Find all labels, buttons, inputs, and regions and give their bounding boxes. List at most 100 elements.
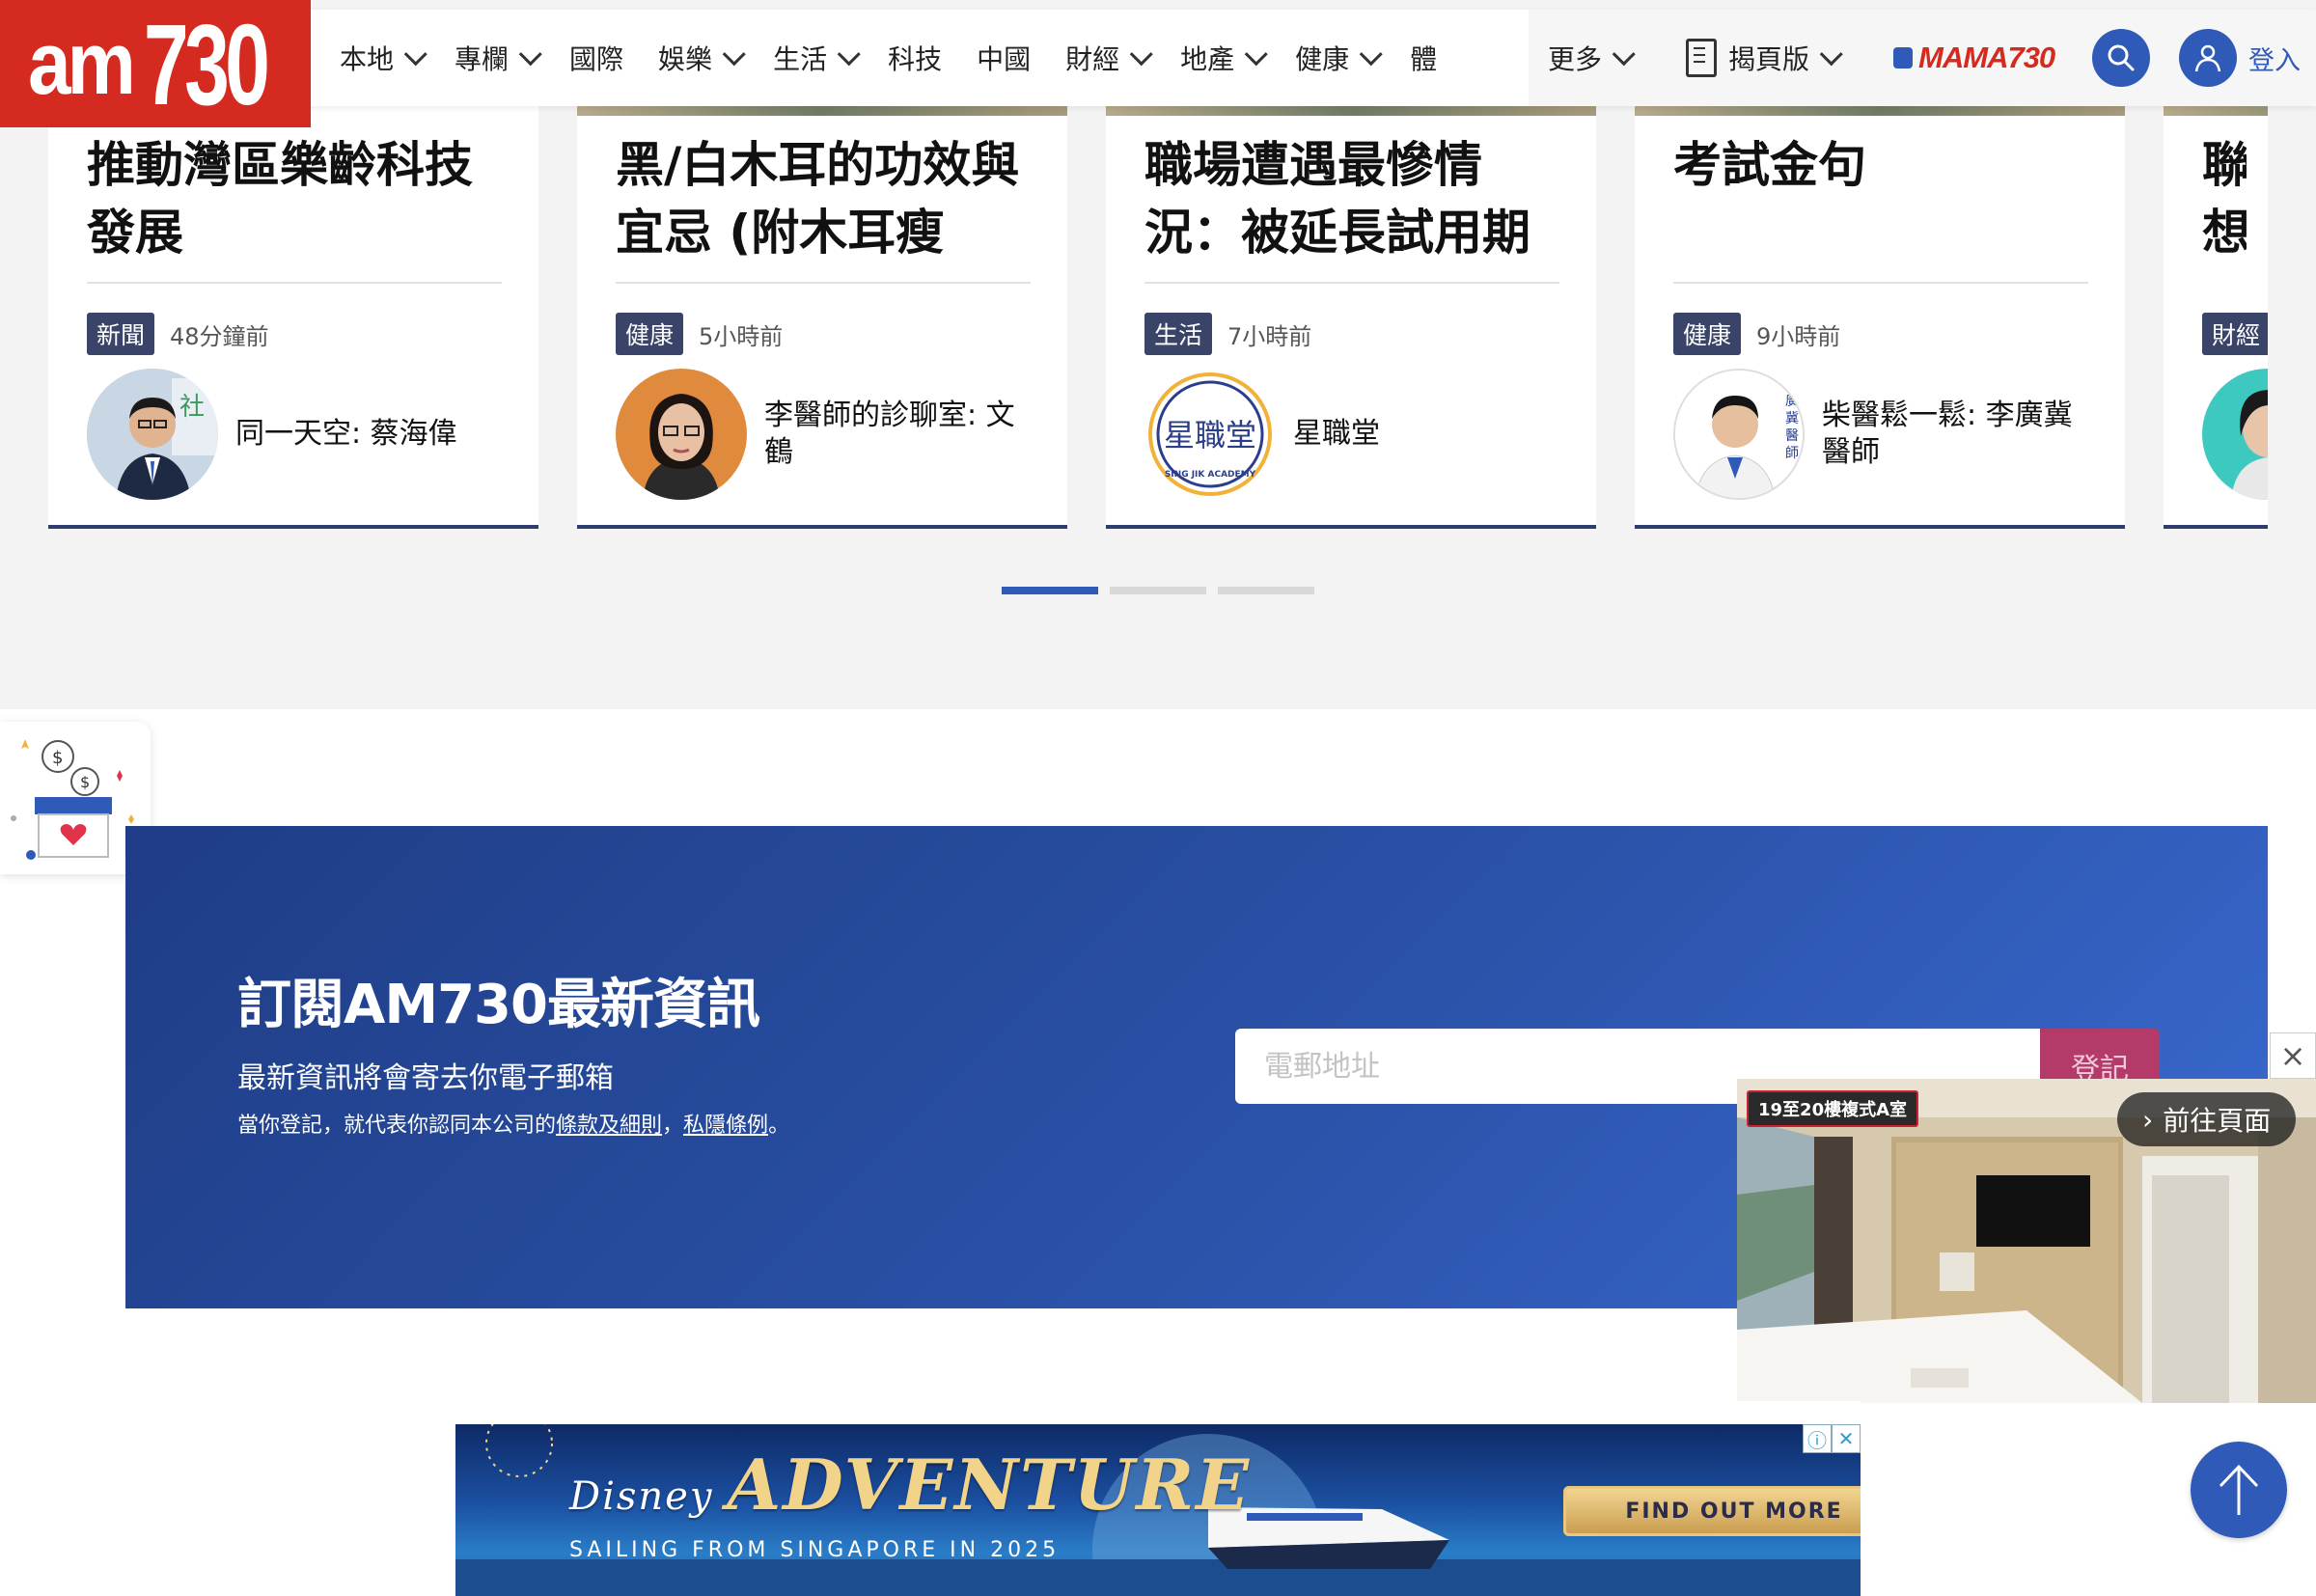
floating-video-player[interactable]: 19至20樓複式A室 › 前往頁面 <box>1737 1079 2316 1403</box>
card-divider <box>1673 282 2088 284</box>
author-block[interactable]: 社 同一天空: 蔡海偉 <box>87 369 486 500</box>
author-logo: 星職堂 SING JIK ACADEMY <box>1144 369 1276 500</box>
nav-label: 國際 <box>569 43 624 75</box>
carousel-dot-2[interactable] <box>1110 587 1206 594</box>
login-button[interactable]: 登入 <box>2179 29 2301 87</box>
article-card[interactable]: 推動灣區樂齡科技發展 新聞 48分鐘前 社 同一天空: 蔡海偉 <box>48 106 538 529</box>
ad-close-icon[interactable]: ✕ <box>1832 1424 1861 1453</box>
ad-brand-prefix: Disney <box>569 1474 714 1519</box>
svg-text:師: 師 <box>1785 446 1799 461</box>
chevron-down-icon <box>1359 41 1383 66</box>
ad-banner[interactable]: Disney ADVENTURE SAILING FROM SINGAPORE I… <box>455 1424 1861 1596</box>
note-end: 。 <box>768 1114 790 1138</box>
article-card[interactable]: 考試金句 健康 9小時前 廣 冀 醫 師 柴醫鬆一鬆: 李廣冀醫師 <box>1635 102 2125 529</box>
timestamp: 48分鐘前 <box>170 322 269 350</box>
nav-label: 地產 <box>1180 43 1235 75</box>
svg-text:冀: 冀 <box>1785 411 1799 427</box>
svg-text:醫: 醫 <box>1785 428 1799 444</box>
epaper-label: 揭頁版 <box>1728 43 1810 75</box>
nav-label: 本地 <box>340 43 395 75</box>
author-block[interactable]: 廣 冀 醫 師 柴醫鬆一鬆: 李廣冀醫師 <box>1673 369 2073 500</box>
author-block[interactable]: 星職堂 SING JIK ACADEMY 星職堂 <box>1144 369 1544 500</box>
nav-label: 中國 <box>977 43 1032 75</box>
nav-item-tech[interactable]: 科技 <box>888 39 942 77</box>
note-separator: ， <box>662 1114 684 1138</box>
ad-title: Disney ADVENTURE <box>569 1444 1251 1526</box>
ad-brand-name: ADVENTURE <box>727 1444 1252 1526</box>
author-name[interactable]: 星職堂 <box>1293 416 1544 453</box>
card-divider <box>1144 282 1559 284</box>
author-avatar <box>616 369 747 500</box>
nav-label: 專欄 <box>455 43 510 75</box>
svg-text:廣: 廣 <box>1785 393 1799 409</box>
category-tag[interactable]: 新聞 <box>87 313 155 355</box>
nav-item-columns[interactable]: 專欄 <box>455 39 542 77</box>
timestamp: 9小時前 <box>1756 322 1841 350</box>
more-menu[interactable]: 更多 <box>1548 39 1636 77</box>
newsletter-description: 最新資訊將會寄去你電子郵箱 <box>237 1061 614 1095</box>
epaper-menu[interactable]: 揭頁版 <box>1686 39 1843 77</box>
chevron-down-icon <box>403 41 427 66</box>
nav-item-entertainment[interactable]: 娛樂 <box>658 39 746 77</box>
privacy-link[interactable]: 私隱條例 <box>683 1114 768 1138</box>
nav-item-finance[interactable]: 財經 <box>1065 39 1153 77</box>
chevron-down-icon <box>1819 41 1843 66</box>
main-header: 本地 專欄 國際 娛樂 生活 科技 中國 財經 地產 健康 體 更多 揭頁版 M… <box>0 10 2316 106</box>
terms-link[interactable]: 條款及細則 <box>556 1114 662 1138</box>
author-avatar: 社 <box>87 369 218 500</box>
am730-logo[interactable]: am 730 <box>0 0 311 128</box>
card-title[interactable]: 考試金句 <box>1673 131 2088 266</box>
nav-item-property[interactable]: 地產 <box>1180 39 1268 77</box>
author-name[interactable]: 柴醫鬆一鬆: 李廣冀醫師 <box>1822 398 2073 471</box>
card-title[interactable]: 職場遭遇最慘情況：被延長試用期 <box>1144 131 1559 266</box>
chevron-down-icon <box>518 41 542 66</box>
mama-logo-icon <box>1893 47 1914 69</box>
go-to-page-button[interactable]: › 前往頁面 <box>2117 1092 2297 1146</box>
category-tag[interactable]: 財經 <box>2202 313 2271 355</box>
chevron-down-icon <box>837 41 861 66</box>
carousel-dot-3[interactable] <box>1218 587 1314 594</box>
ad-info-icon[interactable]: ⓘ <box>1803 1424 1832 1453</box>
card-title[interactable]: 推動灣區樂齡科技發展 <box>87 131 502 266</box>
back-to-top-button[interactable] <box>2191 1442 2287 1538</box>
category-tag[interactable]: 健康 <box>616 313 684 355</box>
card-meta: 新聞 48分鐘前 <box>87 313 269 355</box>
nav-label: 財經 <box>1065 43 1120 75</box>
carousel-dot-1[interactable] <box>1002 587 1098 594</box>
column-carousel: 推動灣區樂齡科技發展 新聞 48分鐘前 社 同一天空: 蔡海偉 黑/白木耳的功效… <box>0 0 2316 709</box>
card-divider <box>87 282 502 284</box>
ad-spacer <box>452 1401 1861 1424</box>
author-name[interactable]: 同一天空: 蔡海偉 <box>235 416 486 453</box>
menu-fade <box>1492 10 1530 106</box>
more-label: 更多 <box>1548 43 1603 75</box>
nav-item-international[interactable]: 國際 <box>569 39 623 77</box>
author-name[interactable]: 李醫師的診聊室: 文鶴 <box>764 398 1015 471</box>
nav-label: 健康 <box>1295 43 1350 75</box>
nav-item-health[interactable]: 健康 <box>1295 39 1383 77</box>
nav-item-lifestyle[interactable]: 生活 <box>773 39 861 77</box>
nav-item-local[interactable]: 本地 <box>340 39 427 77</box>
ad-cta-button[interactable]: FIND OUT MORE <box>1563 1486 1861 1536</box>
room-label: 19至20樓複式A室 <box>1747 1090 1919 1127</box>
svg-text:$: $ <box>80 773 90 791</box>
user-icon <box>2179 29 2237 87</box>
search-button[interactable] <box>2092 29 2150 87</box>
card-meta: 財經 <box>2202 313 2271 355</box>
author-block[interactable]: 李醫師的診聊室: 文鶴 <box>616 369 1015 500</box>
close-icon: × <box>2279 1037 2306 1074</box>
category-tag[interactable]: 健康 <box>1673 313 1742 355</box>
card-title[interactable]: 黑/白木耳的功效與宜忌 (附木耳瘦 <box>616 131 1031 266</box>
article-card[interactable]: 職場遭遇最慘情況：被延長試用期 生活 7小時前 星職堂 SING JIK ACA… <box>1106 102 1596 529</box>
close-video-button[interactable]: × <box>2270 1032 2316 1079</box>
nav-item-china[interactable]: 中國 <box>977 39 1031 77</box>
mama730-link[interactable]: MAMA730 <box>1893 41 2055 75</box>
article-card[interactable]: 黑/白木耳的功效與宜忌 (附木耳瘦 健康 5小時前 李醫師的診聊室: 文鶴 <box>577 102 1067 529</box>
nav-item-sports[interactable]: 體 <box>1410 39 1437 77</box>
chevron-right-icon: › <box>2142 1103 2154 1136</box>
card-title[interactable]: 聯想中東 <box>2202 131 2247 266</box>
card-divider <box>616 282 1031 284</box>
category-tag[interactable]: 生活 <box>1144 313 1213 355</box>
ad-controls: ⓘ ✕ <box>1803 1424 1861 1453</box>
nav-label: 體 <box>1410 43 1438 75</box>
go-to-page-label: 前往頁面 <box>2163 1105 2272 1137</box>
